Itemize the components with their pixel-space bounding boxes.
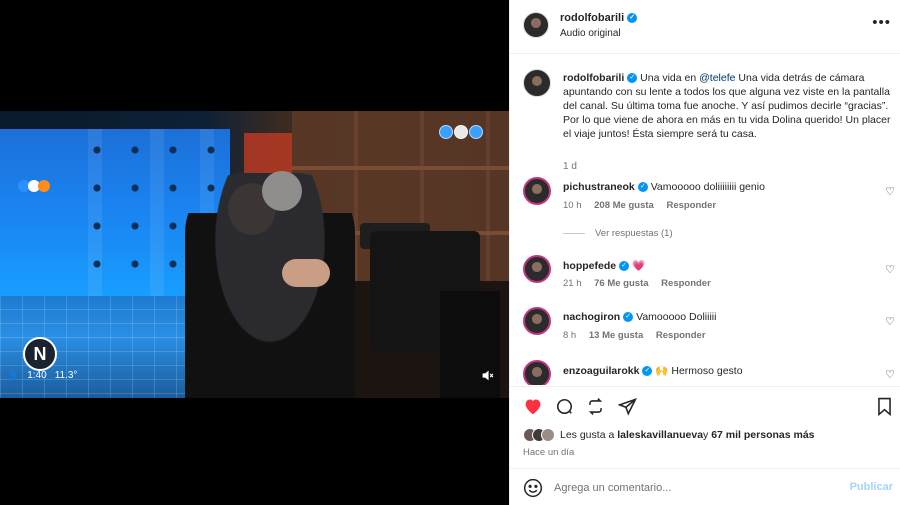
comment-username[interactable]: nachogiron bbox=[563, 311, 620, 323]
comment-meta: 10 h 208 Me gusta Responder bbox=[563, 200, 726, 211]
comment-line: enzoaguilarokk ✓ 🙌 Hermoso gesto bbox=[563, 364, 743, 377]
repost-icon[interactable] bbox=[584, 395, 606, 417]
emoji-icon[interactable] bbox=[523, 478, 543, 498]
likes-prefix: Les gusta a bbox=[560, 429, 615, 441]
mute-icon[interactable] bbox=[478, 366, 496, 384]
comment-line: hoppefede ✓ 💗 bbox=[563, 259, 645, 272]
commenter-avatar[interactable] bbox=[523, 177, 551, 205]
person-hand bbox=[282, 259, 330, 287]
overlay-temperature: 11.3° bbox=[54, 370, 78, 381]
comments-list[interactable]: rodolfobarili ✓ Una vida en @telefe Una v… bbox=[510, 55, 900, 385]
reply-button[interactable]: Responder bbox=[661, 278, 711, 289]
comment-like-heart-icon[interactable]: ♡ bbox=[885, 368, 895, 381]
channel-badge-letter: N bbox=[33, 343, 47, 364]
caption-body-start: Una vida en bbox=[640, 72, 700, 84]
post-actions-bar bbox=[510, 386, 900, 426]
comment-username[interactable]: pichustraneok bbox=[563, 181, 635, 193]
caption-username[interactable]: rodolfobarili bbox=[563, 72, 624, 84]
comment-username[interactable]: hoppefede bbox=[563, 260, 616, 272]
likes-user[interactable]: laleskavillanueva bbox=[617, 429, 703, 441]
likes-count[interactable]: 67 mil personas más bbox=[711, 429, 814, 441]
comment-likes[interactable]: 13 Me gusta bbox=[589, 330, 643, 341]
comment-line: pichustraneok ✓ Vamooooo doliiiiiiii geni… bbox=[563, 181, 765, 193]
video-overlay-info: 👤 1:40 11.3° bbox=[8, 370, 77, 381]
comment-item: hoppefede ✓ 💗 21 h 76 Me gusta Responder … bbox=[523, 255, 895, 301]
reply-button[interactable]: Responder bbox=[656, 330, 706, 341]
reply-button[interactable]: Responder bbox=[666, 200, 716, 211]
author-username-text[interactable]: rodolfobarili bbox=[560, 12, 624, 24]
comment-likes[interactable]: 76 Me gusta bbox=[594, 278, 648, 289]
commenter-avatar[interactable] bbox=[523, 307, 551, 335]
like-heart-icon[interactable] bbox=[522, 395, 544, 417]
comment-text: 🙌 Hermoso gesto bbox=[655, 365, 743, 377]
comment-text: Vamooooo doliiiiiiii genio bbox=[650, 181, 765, 193]
comment-item: pichustraneok ✓ Vamooooo doliiiiiiii geni… bbox=[523, 177, 895, 223]
author-username[interactable]: rodolfobarili ✓ bbox=[560, 12, 638, 24]
verified-icon: ✓ bbox=[627, 73, 638, 84]
verified-icon: ✓ bbox=[627, 13, 638, 24]
comment-time[interactable]: 8 h bbox=[563, 330, 576, 341]
comment-username[interactable]: enzoaguilarokk bbox=[563, 365, 639, 377]
comment-likes[interactable]: 208 Me gusta bbox=[594, 200, 654, 211]
instagram-post-view: N 👤 1:40 11.3° rodolfobarili ✓ Audio orig… bbox=[0, 0, 900, 505]
channel-badge: N bbox=[23, 337, 57, 371]
author-avatar[interactable] bbox=[523, 12, 549, 38]
post-header: rodolfobarili ✓ Audio original ••• bbox=[510, 0, 900, 54]
verified-icon: ✓ bbox=[619, 261, 630, 272]
video-frame[interactable] bbox=[0, 111, 509, 398]
verified-icon: ✓ bbox=[623, 312, 634, 323]
likes-summary[interactable]: Les gusta a laleskavillanueva y 67 mil p… bbox=[523, 428, 815, 442]
post-sidebar: rodolfobarili ✓ Audio original ••• rodolf… bbox=[509, 0, 900, 505]
more-horizontal-icon[interactable]: ••• bbox=[872, 14, 891, 31]
post-timestamp[interactable]: Hace un día bbox=[523, 447, 574, 458]
overlay-time: 1:40 bbox=[27, 370, 47, 381]
save-bookmark-icon[interactable] bbox=[873, 395, 895, 417]
caption-avatar[interactable] bbox=[523, 69, 551, 97]
comment-text: 💗 bbox=[632, 260, 646, 272]
comment-input[interactable] bbox=[554, 479, 834, 497]
comment-like-heart-icon[interactable]: ♡ bbox=[885, 185, 895, 198]
caption-text: rodolfobarili ✓ Una vida en @telefe Una v… bbox=[563, 71, 899, 141]
publish-button[interactable]: Publicar bbox=[850, 481, 893, 493]
likes-middle: y bbox=[703, 429, 709, 441]
comment-like-heart-icon[interactable]: ♡ bbox=[885, 263, 895, 276]
comment-line: nachogiron ✓ Vamooooo Doliiiii bbox=[563, 311, 716, 323]
comment-composer: Publicar bbox=[510, 468, 900, 505]
comment-item: nachogiron ✓ Vamooooo Doliiiii 8 h 13 Me … bbox=[523, 307, 895, 353]
person-head bbox=[262, 171, 302, 211]
view-replies-text[interactable]: Ver respuestas (1) bbox=[595, 228, 673, 239]
comment-bubble-icon[interactable] bbox=[553, 395, 575, 417]
comment-time[interactable]: 21 h bbox=[563, 278, 582, 289]
video-player[interactable]: N 👤 1:40 11.3° bbox=[0, 0, 509, 505]
verified-icon: ✓ bbox=[642, 366, 653, 377]
telefe-logo bbox=[18, 180, 50, 195]
comment-text: Vamooooo Doliiiii bbox=[636, 311, 717, 323]
comment-meta: 8 h 13 Me gusta Responder bbox=[563, 330, 716, 341]
commenter-avatar[interactable] bbox=[523, 255, 551, 283]
commenter-avatar[interactable] bbox=[523, 360, 551, 385]
replies-dash bbox=[563, 232, 585, 234]
user-tag-icon[interactable]: 👤 bbox=[8, 370, 19, 381]
caption-mention[interactable]: @telefe bbox=[699, 72, 735, 84]
verified-icon: ✓ bbox=[637, 182, 648, 193]
comment-time[interactable]: 10 h bbox=[563, 200, 582, 211]
comment-meta: 21 h 76 Me gusta Responder bbox=[563, 278, 721, 289]
telefe-corner-logo bbox=[438, 125, 483, 142]
wood-stripe bbox=[292, 166, 509, 170]
comment-item: enzoaguilarokk ✓ 🙌 Hermoso gesto ♡ bbox=[523, 360, 895, 385]
liker-avatar bbox=[541, 428, 555, 442]
share-send-icon[interactable] bbox=[616, 395, 638, 417]
comment-like-heart-icon[interactable]: ♡ bbox=[885, 315, 895, 328]
view-replies-link[interactable]: Ver respuestas (1) bbox=[563, 228, 673, 239]
caption-time[interactable]: 1 d bbox=[563, 161, 577, 172]
audio-link[interactable]: Audio original bbox=[560, 28, 621, 39]
